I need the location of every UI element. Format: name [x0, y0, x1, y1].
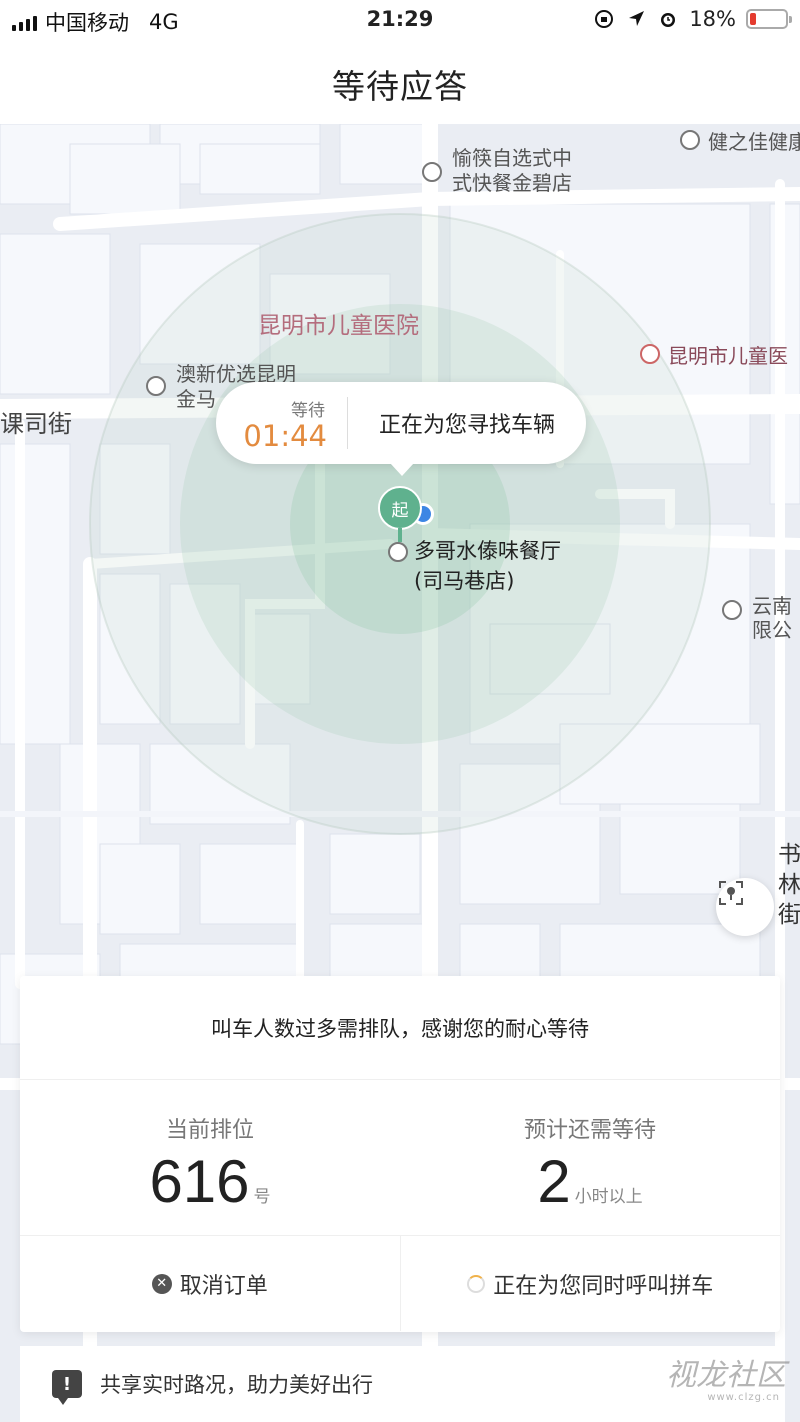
queue-wait-label: 预计还需等待 [523, 1118, 656, 1143]
alarm-icon [661, 13, 676, 27]
queue-position-label: 当前排位 [165, 1118, 254, 1143]
queue-position: 当前排位 616 号 [20, 1080, 400, 1235]
queue-position-number: 616 [149, 1148, 250, 1215]
start-marker-stem [398, 528, 402, 542]
battery-percent: 18% [689, 7, 736, 31]
wait-timer: 等待 01:44 [216, 397, 348, 453]
search-status: 正在为您寻找车辆 [378, 413, 555, 438]
watermark-url: www.clzg.cn [707, 1392, 780, 1403]
pickup-poi-name: 多哥水傣味餐厅 (司马巷店) [414, 539, 561, 593]
queue-position-unit: 号 [253, 1187, 271, 1207]
wait-label: 等待 [291, 400, 325, 421]
wait-time: 01:44 [243, 418, 327, 453]
map-label-hospital-area: 昆明市儿童医院 [258, 313, 419, 339]
queue-wait-value: 2 小时以上 [400, 1150, 780, 1214]
shop-icon [146, 376, 166, 396]
queue-info: 当前排位 616 号 预计还需等待 2 小时以上 [20, 1080, 780, 1236]
company-icon [722, 600, 742, 620]
loading-spinner-icon [467, 1274, 486, 1293]
bank-icon [680, 130, 700, 150]
hospital-icon [640, 344, 660, 364]
status-right: 18% [593, 7, 792, 31]
map-label-restaurant: 愉筷自选式中 式快餐金碧店 [452, 146, 572, 195]
queue-wait-number: 2 [537, 1148, 571, 1215]
cancel-order-label: 取消订单 [179, 1273, 268, 1299]
queue-notice: 叫车人数过多需排队，感谢您的耐心等待 [20, 976, 780, 1080]
status-bar: 中国移动 4G 21:29 18% [0, 0, 800, 40]
map-label-kesi-street: 课司街 [0, 410, 72, 438]
traffic-share-label: 共享实时路况，助力美好出行 [100, 1373, 373, 1397]
location-arrow-icon [629, 11, 645, 26]
nav-bar: 等待应答 [0, 40, 800, 124]
queue-wait-unit: 小时以上 [574, 1187, 643, 1207]
map-label-xiangong: 限公 [752, 618, 792, 642]
page-title: 等待应答 [332, 67, 468, 106]
cancel-icon: ✕ [151, 1273, 172, 1294]
start-marker: 起 [378, 486, 422, 530]
map-label-hospital-poi: 昆明市儿童医 [668, 344, 788, 368]
battery-icon [746, 9, 792, 29]
carpool-status[interactable]: 正在为您同时呼叫拼车 [399, 1236, 781, 1331]
action-row: ✕ 取消订单 正在为您同时呼叫拼车 [20, 1236, 780, 1331]
map-label-shulin: 书 林 街 [778, 842, 800, 928]
cancel-order-button[interactable]: ✕ 取消订单 [20, 1236, 400, 1331]
restaurant-icon [422, 162, 442, 182]
queue-position-value: 616 号 [20, 1150, 400, 1214]
queue-card: 叫车人数过多需排队，感谢您的耐心等待 当前排位 616 号 预计还需等待 2 小… [20, 976, 780, 1332]
rotation-lock-icon [595, 10, 614, 28]
map-label-jianzhijia: 健之佳健康 [708, 130, 800, 154]
locate-button[interactable] [716, 878, 774, 936]
waiting-bubble: 等待 01:44 正在为您寻找车辆 [216, 382, 586, 476]
battery-fill [750, 13, 757, 25]
queue-wait: 预计还需等待 2 小时以上 [400, 1080, 780, 1235]
carpool-status-label: 正在为您同时呼叫拼车 [493, 1273, 714, 1299]
feedback-icon: ! [52, 1370, 82, 1405]
locate-icon [719, 881, 743, 905]
restaurant-poi-icon [388, 542, 408, 562]
watermark-logo: 视龙社区 [666, 1358, 786, 1393]
